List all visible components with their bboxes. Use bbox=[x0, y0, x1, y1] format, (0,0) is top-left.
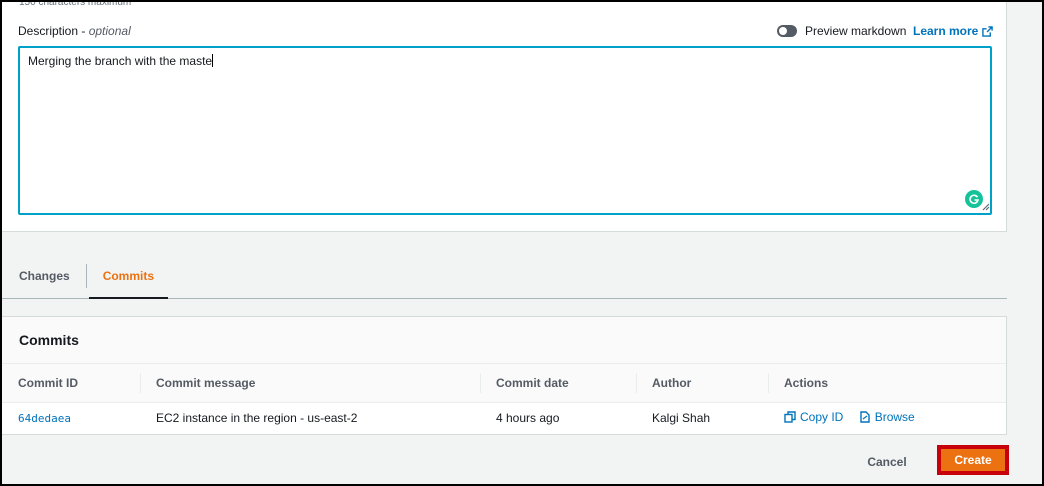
copy-id-button[interactable]: Copy ID bbox=[784, 410, 843, 424]
create-button-highlight: Create bbox=[937, 445, 1009, 475]
commit-id-cell[interactable]: 64dedaea bbox=[2, 402, 140, 434]
text-caret bbox=[212, 54, 214, 67]
preview-markdown-toggle-group[interactable]: Preview markdown bbox=[777, 24, 906, 38]
title-constraint-text: 150 characters maximum bbox=[19, 0, 132, 8]
table-header-row: Commit ID Commit message Commit date Aut… bbox=[2, 364, 1006, 403]
commits-table: Commit ID Commit message Commit date Aut… bbox=[2, 364, 1006, 434]
preview-markdown-toggle[interactable] bbox=[777, 25, 797, 37]
browse-label: Browse bbox=[874, 410, 915, 425]
file-icon bbox=[860, 411, 870, 423]
column-header-commit-date: Commit date bbox=[480, 364, 636, 403]
tab-bar: Changes Commits bbox=[2, 260, 1007, 299]
description-optional-text: optional bbox=[88, 24, 131, 38]
external-link-icon bbox=[982, 25, 994, 37]
table-row: 64dedaea EC2 instance in the region - us… bbox=[2, 402, 1006, 434]
column-header-author: Author bbox=[636, 364, 768, 403]
author-cell: Kalgi Shah bbox=[652, 411, 711, 426]
description-value: Merging the branch with the maste bbox=[28, 54, 213, 68]
grammarly-icon[interactable] bbox=[965, 190, 983, 208]
commits-title: Commits bbox=[2, 317, 1006, 364]
tab-commits[interactable]: Commits bbox=[87, 260, 170, 299]
description-textarea[interactable]: Merging the branch with the maste bbox=[18, 46, 992, 215]
column-header-commit-message: Commit message bbox=[140, 364, 480, 403]
description-label-separator: - bbox=[78, 24, 89, 38]
learn-more-label: Learn more bbox=[913, 24, 979, 38]
resize-handle-icon[interactable] bbox=[982, 203, 990, 211]
commit-message-cell: EC2 instance in the region - us-east-2 bbox=[156, 411, 358, 426]
description-label: Description - optional bbox=[18, 24, 131, 38]
tab-changes[interactable]: Changes bbox=[2, 260, 86, 298]
column-header-commit-id: Commit ID bbox=[2, 364, 140, 403]
commit-id-link[interactable]: 64dedaea bbox=[18, 412, 71, 425]
copy-id-label: Copy ID bbox=[800, 410, 844, 425]
commits-container: Commits Commit ID Commit message Commit … bbox=[2, 316, 1007, 435]
copy-icon bbox=[784, 411, 796, 423]
preview-markdown-label: Preview markdown bbox=[805, 24, 907, 38]
browse-button[interactable]: Browse bbox=[859, 410, 915, 424]
learn-more-link[interactable]: Learn more bbox=[913, 24, 994, 38]
create-button[interactable]: Create bbox=[941, 449, 1005, 471]
description-panel: 150 characters maximum Description - opt… bbox=[2, 0, 1007, 232]
description-label-text: Description bbox=[18, 24, 79, 38]
cancel-button[interactable]: Cancel bbox=[852, 449, 922, 475]
column-header-actions: Actions bbox=[768, 364, 1006, 403]
commit-date-cell: 4 hours ago bbox=[496, 411, 560, 426]
actions-cell: Copy ID Browse bbox=[768, 402, 1006, 434]
